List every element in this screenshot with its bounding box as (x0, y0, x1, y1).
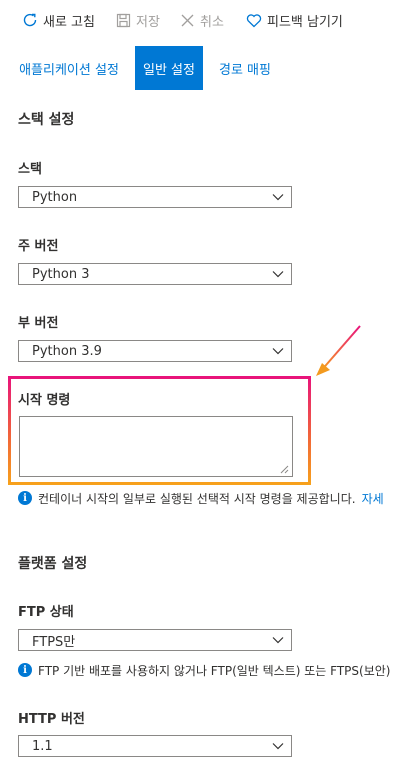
discard-label: 취소 (200, 14, 224, 30)
startup-command-label: 시작 명령 (18, 393, 71, 408)
platform-settings-heading: 플랫폼 설정 (18, 556, 88, 572)
info-icon: i (18, 663, 32, 677)
ftp-state-value: FTPS만 (32, 634, 76, 650)
chevron-down-icon (272, 743, 284, 750)
ftp-state-info-text: FTP 기반 배포를 사용하지 않거나 FTP(일반 텍스트) 또는 FTPS(… (38, 663, 391, 678)
major-version-label: 주 버전 (18, 239, 59, 254)
learn-more-link[interactable]: 자세 (362, 490, 384, 507)
minor-version-label: 부 버전 (18, 316, 59, 331)
tab-path-mappings[interactable]: 경로 매핑 (212, 46, 278, 90)
refresh-icon (22, 12, 38, 28)
save-icon (116, 13, 131, 28)
refresh-button[interactable]: 새로 고침 (22, 9, 95, 31)
feedback-button[interactable]: 피드백 남기기 (246, 9, 343, 31)
save-button[interactable]: 저장 (116, 9, 160, 31)
close-icon (180, 13, 195, 28)
ftp-state-label: FTP 상태 (18, 605, 74, 620)
chevron-down-icon (272, 194, 284, 201)
chevron-down-icon (272, 271, 284, 278)
resize-grip-icon (280, 465, 289, 474)
stack-label: 스택 (18, 162, 42, 177)
ftp-state-dropdown[interactable]: FTPS만 (18, 629, 292, 651)
http-version-dropdown[interactable]: 1.1 (18, 735, 292, 757)
discard-button[interactable]: 취소 (180, 9, 224, 31)
startup-command-info: i 컨테이너 시작의 일부로 실행된 선택적 시작 명령을 제공합니다. 자세 (18, 489, 384, 507)
save-label: 저장 (136, 14, 160, 30)
minor-version-dropdown[interactable]: Python 3.9 (18, 340, 292, 362)
startup-command-info-text: 컨테이너 시작의 일부로 실행된 선택적 시작 명령을 제공합니다. (38, 491, 356, 506)
http-version-label: HTTP 버전 (18, 712, 85, 727)
chevron-down-icon (272, 348, 284, 355)
chevron-down-icon (272, 637, 284, 644)
major-version-value: Python 3 (32, 266, 90, 282)
major-version-dropdown[interactable]: Python 3 (18, 263, 292, 285)
stack-settings-heading: 스택 설정 (18, 112, 75, 128)
info-icon: i (18, 491, 32, 505)
stack-value: Python (32, 189, 78, 205)
refresh-label: 새로 고침 (43, 14, 95, 30)
arrow-annotation (316, 325, 361, 376)
tab-application-settings[interactable]: 애플리케이션 설정 (12, 46, 126, 90)
stack-dropdown[interactable]: Python (18, 186, 292, 208)
feedback-label: 피드백 남기기 (267, 14, 343, 30)
tab-general-settings[interactable]: 일반 설정 (135, 46, 203, 90)
http-version-value: 1.1 (32, 738, 53, 754)
minor-version-value: Python 3.9 (32, 343, 102, 359)
ftp-state-info: i FTP 기반 배포를 사용하지 않거나 FTP(일반 텍스트) 또는 FTP… (18, 661, 390, 679)
startup-command-textarea[interactable] (19, 416, 293, 477)
heart-icon (246, 13, 262, 28)
